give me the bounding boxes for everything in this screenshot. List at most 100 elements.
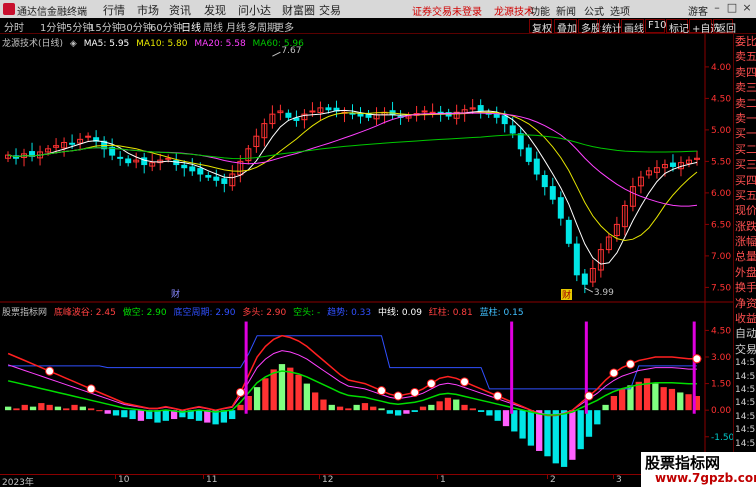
main-ytick-7: 4.00 xyxy=(711,63,731,73)
sub-bar-70 xyxy=(585,410,593,437)
sub-bar-76 xyxy=(635,381,642,411)
menu-item-0[interactable]: 行情 xyxy=(103,2,125,18)
sub-bar-65 xyxy=(544,410,551,457)
candle-body-67 xyxy=(541,175,548,188)
candle-body-70 xyxy=(565,219,572,244)
period-10[interactable]: 更多 xyxy=(274,19,294,34)
sub-bar-72 xyxy=(602,404,609,411)
sub-ytick-2: 1.50 xyxy=(711,380,731,390)
period-3[interactable]: 15分钟 xyxy=(89,19,122,34)
main-ytick-1: 7.00 xyxy=(711,252,731,262)
login-status[interactable]: 证券交易未登录 xyxy=(412,3,482,18)
toolbar-button-7[interactable]: +自选 xyxy=(689,19,720,35)
sub-bar-2 xyxy=(21,404,28,411)
sub-bar-23 xyxy=(195,410,203,421)
menu-item-2[interactable]: 资讯 xyxy=(169,2,191,18)
candle-body-20 xyxy=(165,157,172,160)
x-tick-2: 11 xyxy=(206,475,218,485)
sub-ytick-4: -1.50 xyxy=(711,433,733,443)
candle-body-40 xyxy=(325,107,332,111)
period-0[interactable]: 分时 xyxy=(4,19,24,34)
minimize-icon[interactable]: – xyxy=(710,1,724,16)
close-icon[interactable]: × xyxy=(740,1,754,16)
x-tick-4: 1 xyxy=(440,475,446,485)
candle-body-25 xyxy=(205,175,212,178)
watermark-url: www.7gpzb.com xyxy=(655,471,756,485)
right-menu-item-3[interactable]: 选项 xyxy=(610,3,630,18)
signal-marker-14 xyxy=(692,354,702,364)
candle-body-52 xyxy=(421,110,428,113)
sub-bar-50 xyxy=(419,406,427,411)
sub-item-3: 底空周期: 2.90 xyxy=(173,308,236,318)
sub-bar-10 xyxy=(87,408,95,411)
sub-bar-38 xyxy=(320,399,327,411)
candle-body-14 xyxy=(117,156,124,159)
toolbar-button-3[interactable]: 统计 xyxy=(599,19,622,35)
menu-item-5[interactable]: 财富圈 xyxy=(282,2,315,18)
sub-bar-27 xyxy=(229,410,236,420)
right-menu-item-0[interactable]: 功能 xyxy=(530,3,550,18)
candle-body-71 xyxy=(573,243,580,276)
period-1[interactable]: 1分钟 xyxy=(40,19,66,34)
x-tick-mark-1 xyxy=(115,475,116,479)
sub-bar-47 xyxy=(394,410,402,416)
chart-svg[interactable]: 7.507.006.506.005.505.004.504.007.673.99… xyxy=(0,34,735,474)
toolbar-button-6[interactable]: 标记 xyxy=(666,19,689,35)
period-6[interactable]: 日线 xyxy=(181,19,201,34)
sub-item-6: 趋势: 0.33 xyxy=(327,308,372,318)
quote-field-16: 换手 xyxy=(735,281,756,295)
menu-item-6[interactable]: 交易 xyxy=(319,2,341,18)
period-8[interactable]: 月线 xyxy=(226,19,246,34)
sub-bar-9 xyxy=(79,406,86,411)
menu-item-3[interactable]: 发现 xyxy=(204,2,226,18)
ma5-label: MA5: 5.95 xyxy=(83,39,130,49)
quote-field-5: 卖一 xyxy=(735,111,756,125)
toolbar-button-4[interactable]: 画线 xyxy=(621,19,644,35)
chart-area[interactable]: 7.50 7.00 6.50 6.00 5.50 5.00 4.50 4.00 7.67 3.99… xyxy=(0,34,735,474)
quote-field-19: 自动 xyxy=(735,327,756,341)
toolbar-button-2[interactable]: 多股 xyxy=(578,19,601,35)
period-5[interactable]: 60分钟 xyxy=(150,19,183,34)
quote-field-13: 涨幅 xyxy=(735,235,756,249)
sub-bar-82 xyxy=(685,394,692,411)
quote-field-26: 14:55 xyxy=(735,425,756,436)
main-ytick-6: 4.50 xyxy=(711,94,731,104)
settings-icon[interactable]: ◈ xyxy=(70,39,77,49)
stock-name-link[interactable]: 龙源技术 xyxy=(494,3,534,18)
period-7[interactable]: 周线 xyxy=(203,19,223,34)
toolbar-button-0[interactable]: 复权 xyxy=(529,19,552,35)
candle-body-35 xyxy=(285,112,292,118)
x-tick-0: 2023年 xyxy=(2,478,34,487)
menu-item-4[interactable]: 问小达 xyxy=(238,2,271,18)
period-9[interactable]: 多周期 xyxy=(247,19,277,34)
quote-field-23: 14:55 xyxy=(735,384,756,395)
app-logo-icon xyxy=(3,3,15,15)
right-menu-item-2[interactable]: 公式 xyxy=(584,3,604,18)
user-label[interactable]: 游客 xyxy=(688,3,708,18)
main-ytick-0: 7.50 xyxy=(711,283,731,293)
ma60-label: MA60: 5.96 xyxy=(252,39,304,49)
period-4[interactable]: 30分钟 xyxy=(120,19,153,34)
title-bar: 通达信金融终端 证券交易未登录 龙源技术 游客 – □ × 行情 市场 资讯 发现 问小… xyxy=(0,0,756,18)
watermark: 股票指标网 www.7gpzb.com xyxy=(641,452,756,487)
right-menu-item-1[interactable]: 新闻 xyxy=(556,3,576,18)
period-toolbar: 分时 1分钟 5分钟 15分钟 30分钟 60分钟 日线 周线 月线 多周期 更多 复权 叠加 多股 统计画… xyxy=(0,18,756,35)
sub-bar-80 xyxy=(668,388,676,411)
sub-bar-54 xyxy=(453,399,460,411)
watermark-title: 股票指标网 xyxy=(645,454,721,472)
toolbar-button-1[interactable]: 叠加 xyxy=(554,19,577,35)
sub-bar-59 xyxy=(494,410,501,421)
menu-item-1[interactable]: 市场 xyxy=(137,2,159,18)
quote-field-25: 14:55 xyxy=(735,411,756,422)
signal-marker-6 xyxy=(426,379,436,389)
sub-red-line xyxy=(7,334,697,417)
candle-body-22 xyxy=(181,164,188,169)
low-pointer xyxy=(584,287,594,293)
maximize-icon[interactable]: □ xyxy=(725,1,739,16)
toolbar-button-5[interactable]: F10 xyxy=(645,19,666,33)
sub-bar-1 xyxy=(13,408,20,411)
sub-bar-3 xyxy=(29,406,37,411)
quote-field-17: 净资 xyxy=(735,296,756,310)
main-ytick-2: 6.50 xyxy=(711,220,731,230)
toolbar-button-8[interactable]: 返回 xyxy=(713,19,736,35)
